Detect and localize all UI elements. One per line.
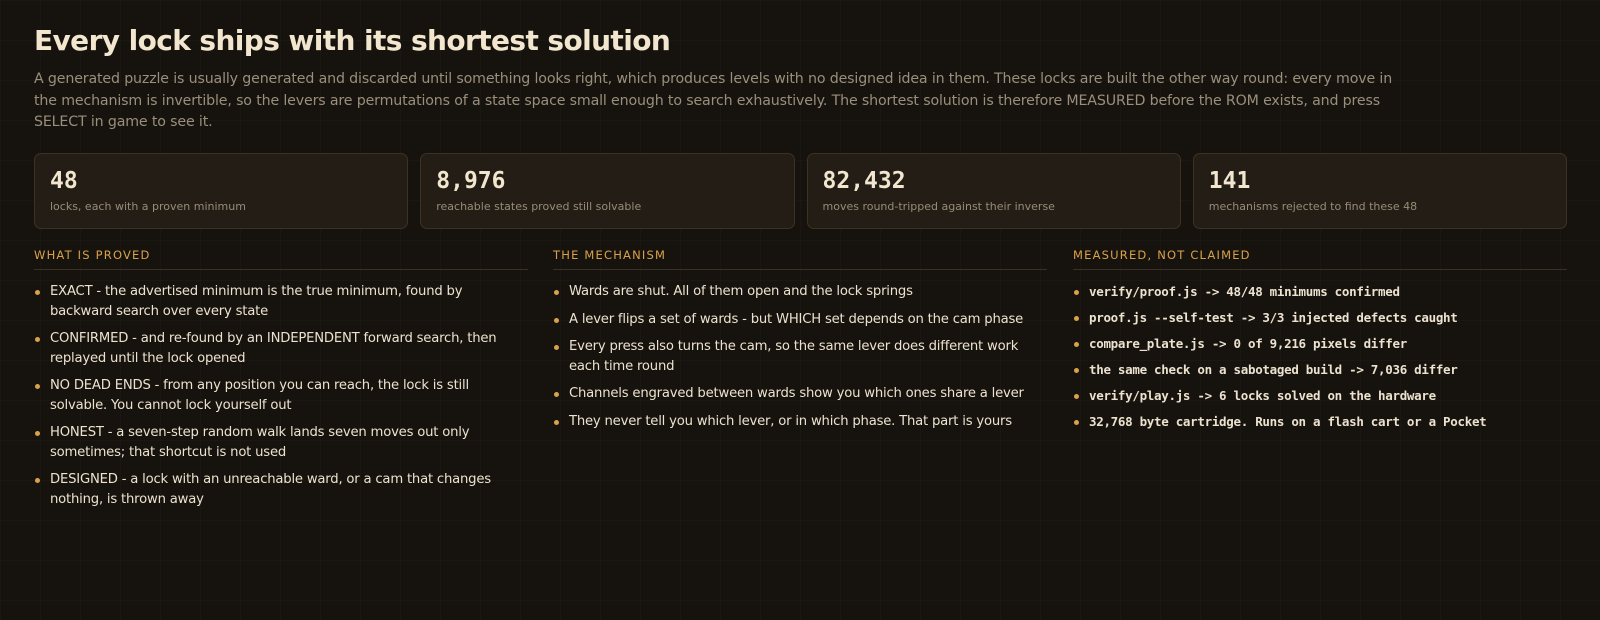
stat-label: locks, each with a proven minimum [50, 200, 246, 213]
measured-list: verify/proof.js -> 48/48 minimums confir… [1073, 282, 1567, 432]
list-item-text: EXACT - the advertised minimum is the tr… [50, 284, 463, 319]
list-item-text: HONEST - a seven-step random walk lands … [50, 425, 470, 460]
bullet-dot-icon [554, 290, 559, 295]
list-item-text: A lever flips a set of wards - but WHICH… [569, 311, 1024, 327]
bullet-dot-icon [35, 384, 40, 389]
stat-card-moves: 82,432 moves round-tripped against their… [806, 153, 1181, 229]
list-item: Every press also turns the cam, so the s… [553, 337, 1047, 376]
list-item: They never tell you which lever, or in w… [553, 412, 1047, 432]
bullet-dot-icon [1074, 368, 1079, 373]
section-heading: WHAT IS PROVED [34, 248, 528, 270]
bullet-dot-icon [1074, 316, 1079, 321]
list-item: Wards are shut. All of them open and the… [553, 282, 1047, 302]
section-what-is-proved: WHAT IS PROVED EXACT - the advertised mi… [34, 248, 528, 517]
bullet-dot-icon [554, 392, 559, 397]
stat-value: 48 [50, 168, 78, 194]
list-item-text: DESIGNED - a lock with an unreachable wa… [50, 472, 491, 507]
list-item: DESIGNED - a lock with an unreachable wa… [34, 470, 528, 509]
section-heading: MEASURED, NOT CLAIMED [1073, 248, 1567, 270]
section-measured-not-claimed: MEASURED, NOT CLAIMED verify/proof.js ->… [1073, 248, 1567, 438]
stat-label: moves round-tripped against their invers… [822, 200, 1055, 213]
list-item: verify/play.js -> 6 locks solved on the … [1073, 386, 1567, 406]
mechanism-list: Wards are shut. All of them open and the… [553, 282, 1047, 431]
bullet-dot-icon [35, 478, 40, 483]
intro-paragraph: A generated puzzle is usually generated … [34, 71, 1393, 130]
section-the-mechanism: THE MECHANISM Wards are shut. All of the… [553, 248, 1047, 439]
list-item-text: Every press also turns the cam, so the s… [569, 339, 1019, 374]
list-item-text: compare_plate.js -> 0 of 9,216 pixels di… [1089, 336, 1407, 351]
list-item: proof.js --self-test -> 3/3 injected def… [1073, 308, 1567, 328]
bullet-dot-icon [1074, 290, 1079, 295]
bullet-dot-icon [554, 317, 559, 323]
list-item: CONFIRMED - and re-found by an INDEPENDE… [34, 329, 528, 368]
list-item: HONEST - a seven-step random walk lands … [34, 423, 528, 462]
bullet-dot-icon [1074, 394, 1079, 399]
proof-list: EXACT - the advertised minimum is the tr… [34, 282, 528, 509]
stat-card-states: 8,976 reachable states proved still solv… [420, 153, 795, 229]
list-item: 32,768 byte cartridge. Runs on a flash c… [1073, 412, 1567, 432]
section-heading: THE MECHANISM [553, 248, 1047, 270]
list-item-text: proof.js --self-test -> 3/3 injected def… [1089, 310, 1458, 325]
list-item-text: the same check on a sabotaged build -> 7… [1089, 362, 1458, 377]
stat-card-locks: 48 locks, each with a proven minimum [34, 153, 409, 229]
page-title: Every lock ships with its shortest solut… [34, 24, 671, 57]
list-item-text: NO DEAD ENDS - from any position you can… [50, 378, 469, 413]
stat-card-mechanisms: 141 mechanisms rejected to find these 48 [1192, 153, 1567, 229]
bullet-dot-icon [1074, 420, 1079, 425]
bullet-dot-icon [35, 290, 40, 295]
bullet-dot-icon [35, 431, 40, 436]
stat-label: reachable states proved still solvable [436, 200, 642, 213]
stat-value: 8,976 [436, 168, 506, 194]
list-item-text: verify/play.js -> 6 locks solved on the … [1089, 388, 1436, 403]
stats-row: 48 locks, each with a proven minimum 8,9… [34, 153, 1567, 229]
stat-label: mechanisms rejected to find these 48 [1208, 200, 1418, 213]
list-item-text: CONFIRMED - and re-found by an INDEPENDE… [50, 331, 497, 366]
stat-value: 82,432 [822, 168, 906, 194]
bullet-dot-icon [554, 345, 559, 350]
list-item: EXACT - the advertised minimum is the tr… [34, 282, 528, 321]
bullet-dot-icon [1074, 342, 1079, 347]
list-item-text: 32,768 byte cartridge. Runs on a flash c… [1089, 414, 1487, 429]
list-item: A lever flips a set of wards - but WHICH… [553, 310, 1047, 330]
bullet-dot-icon [554, 419, 559, 425]
list-item-text: verify/proof.js -> 48/48 minimums confir… [1089, 284, 1400, 299]
list-item-text: Wards are shut. All of them open and the… [569, 284, 913, 299]
list-item-text: Channels engraved between wards show you… [569, 386, 1024, 401]
list-item: the same check on a sabotaged build -> 7… [1073, 360, 1567, 380]
list-item-text: They never tell you which lever, or in w… [569, 413, 1012, 429]
list-item: verify/proof.js -> 48/48 minimums confir… [1073, 282, 1567, 302]
page: Every lock ships with its shortest solut… [0, 0, 1600, 620]
list-item: NO DEAD ENDS - from any position you can… [34, 376, 528, 415]
list-item: compare_plate.js -> 0 of 9,216 pixels di… [1073, 334, 1567, 354]
list-item: Channels engraved between wards show you… [553, 384, 1047, 404]
bullet-dot-icon [35, 337, 40, 342]
stat-value: 141 [1208, 168, 1251, 194]
